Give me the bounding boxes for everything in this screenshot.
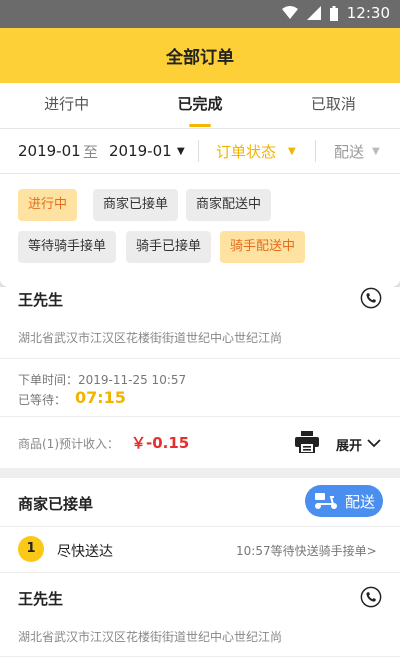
customer-name: 王先生 (18, 291, 64, 309)
chevron-down-icon[interactable] (367, 438, 381, 448)
delivery-filter-dropdown[interactable]: 配送 (334, 141, 364, 162)
tab-in-progress[interactable]: 进行中 (0, 83, 133, 128)
battery-icon (329, 5, 338, 21)
customer-address: 湖北省武汉市江汉区花楼街街道世纪中心世纪江尚 (18, 630, 283, 644)
chip-in-progress[interactable]: 进行中 (18, 189, 78, 221)
expand-button[interactable]: 展开 (336, 435, 362, 454)
income-value: ￥-0.15 (131, 434, 190, 452)
order-status: 商家已接单 (18, 495, 94, 513)
divider (0, 572, 400, 573)
deliver-button[interactable]: 配送 (305, 485, 383, 517)
order-time: 下单时间：2019-11-25 10:57 (18, 373, 187, 387)
customer-name: 王先生 (18, 590, 64, 608)
order-sequence-badge: 1 (18, 536, 44, 562)
app-bar: 全部订单 (0, 28, 400, 83)
delivery-dropdown-icon[interactable]: ▼ (372, 146, 380, 157)
order-card: 商家已接单 配送 1 尽快送达 10:57等待快送骑手接单> 王先生 湖北省武汉… (0, 478, 400, 666)
chip-waiting-rider[interactable]: 等待骑手接单 (18, 231, 117, 263)
printer-icon[interactable] (295, 431, 319, 453)
tab-cancelled[interactable]: 已取消 (267, 83, 400, 128)
chip-merchant-accepted[interactable]: 商家已接单 (93, 189, 179, 221)
divider (0, 656, 400, 657)
wifi-icon (281, 6, 298, 19)
delivery-mode: 尽快送达 (57, 544, 113, 560)
filter-divider (198, 140, 199, 162)
scooter-icon (314, 493, 337, 509)
start-date-picker[interactable]: 2019-01 (18, 142, 81, 160)
end-date-picker[interactable]: 2019-01 (109, 142, 172, 160)
clock-time: 12:30 (346, 4, 390, 22)
deliver-button-label: 配送 (344, 492, 375, 511)
status-filter-panel: 进行中 商家已接单 商家配送中 等待骑手接单 骑手已接单 骑手配送中 (0, 174, 400, 287)
income-label: 商品(1)预计收入： (18, 437, 119, 451)
date-dropdown-icon[interactable]: ▼ (177, 146, 185, 157)
wait-time: 07:15 (75, 388, 126, 407)
wait-label: 已等待： (18, 393, 67, 407)
signal-icon (306, 6, 321, 20)
divider (0, 416, 400, 417)
phone-icon[interactable] (360, 586, 382, 608)
order-tabs: 进行中 已完成 已取消 (0, 83, 400, 128)
order-card: 王先生 湖北省武汉市江汉区花楼街街道世纪中心世纪江尚 下单时间：2019-11-… (0, 287, 400, 468)
chip-rider-accepted[interactable]: 骑手已接单 (126, 231, 212, 263)
filter-divider (315, 140, 316, 162)
tab-completed[interactable]: 已完成 (133, 83, 266, 128)
chip-merchant-delivering[interactable]: 商家配送中 (186, 189, 272, 221)
page-title: 全部订单 (166, 48, 234, 68)
date-range-separator: 至 (83, 142, 99, 161)
customer-address: 湖北省武汉市江汉区花楼街街道世纪中心世纪江尚 (18, 331, 283, 345)
status-bar: 12:30 (0, 0, 400, 28)
chip-rider-delivering[interactable]: 骑手配送中 (220, 231, 306, 263)
divider (0, 358, 400, 359)
filter-bar: 2019-01 至 2019-01 ▼ 订单状态 ▼ 配送 ▼ (0, 128, 400, 174)
dispatch-status-link[interactable]: 10:57等待快送骑手接单> (236, 542, 377, 559)
status-filter-dropdown[interactable]: 订单状态 (216, 141, 276, 162)
divider (0, 526, 400, 527)
status-dropdown-icon[interactable]: ▼ (288, 146, 296, 157)
phone-icon[interactable] (360, 287, 382, 309)
